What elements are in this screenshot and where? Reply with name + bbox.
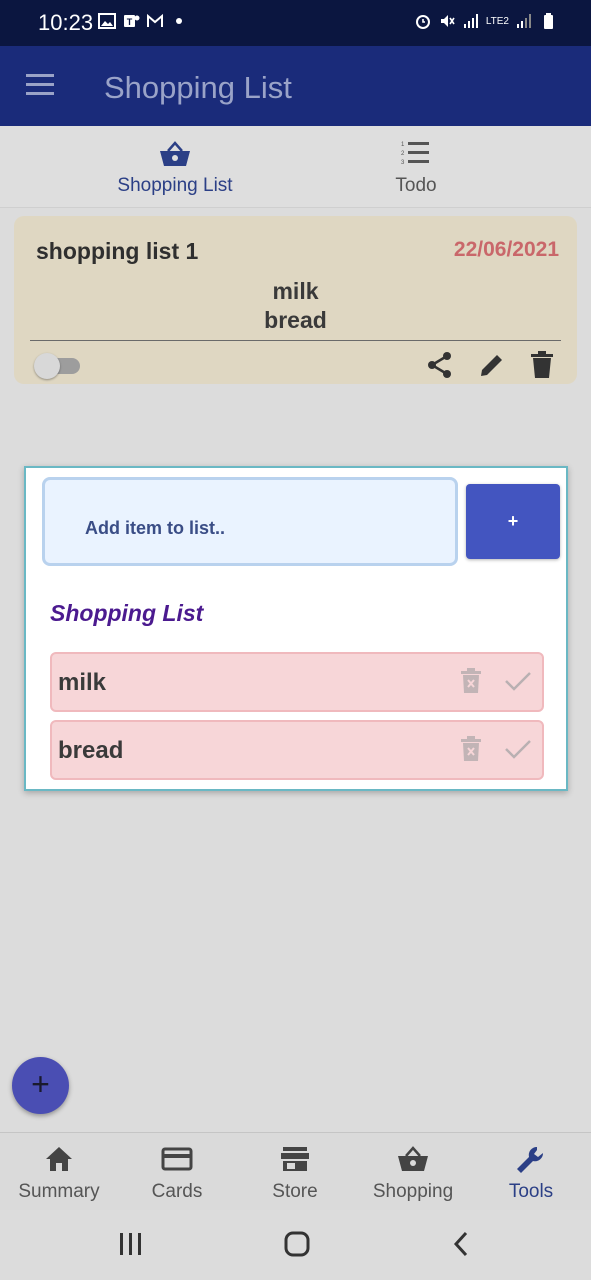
svg-text:T: T bbox=[127, 17, 133, 27]
notification-icons: T bbox=[98, 12, 188, 30]
card-icon bbox=[161, 1147, 193, 1171]
app-bar: Shopping List bbox=[0, 46, 591, 126]
fab-label: + bbox=[31, 1066, 50, 1102]
delete-icon[interactable] bbox=[529, 350, 555, 380]
toggle-knob bbox=[34, 353, 60, 379]
signal-icon-2 bbox=[517, 14, 531, 28]
recent-apps-icon[interactable] bbox=[118, 1230, 144, 1258]
svg-text:3: 3 bbox=[401, 160, 405, 166]
wrench-icon bbox=[517, 1146, 544, 1173]
list-item: bread bbox=[50, 720, 544, 780]
teams-icon: T bbox=[124, 15, 140, 27]
edit-icon[interactable] bbox=[477, 350, 507, 380]
check-icon[interactable] bbox=[504, 670, 532, 692]
tab-todo[interactable]: 1 2 3 Todo bbox=[296, 126, 536, 208]
nav-item-shopping[interactable]: Shopping bbox=[354, 1133, 472, 1211]
nav-label: Shopping bbox=[372, 1181, 454, 1202]
nav-label: Store bbox=[272, 1181, 318, 1202]
card-item: milk bbox=[272, 278, 319, 304]
card-item: bread bbox=[264, 307, 327, 333]
system-status-icons: LTE2 bbox=[414, 12, 557, 30]
gallery-icon bbox=[98, 13, 116, 29]
nav-label: Summary bbox=[18, 1181, 100, 1202]
add-item-input[interactable] bbox=[45, 480, 455, 563]
tab-label: Todo bbox=[395, 175, 437, 196]
tab-label: Shopping List bbox=[117, 175, 233, 196]
page-title: Shopping List bbox=[104, 70, 292, 105]
nav-label: Tools bbox=[508, 1181, 554, 1202]
card-divider bbox=[30, 340, 561, 341]
store-icon bbox=[281, 1147, 309, 1171]
alarm-icon bbox=[415, 15, 430, 29]
list-item-label: bread bbox=[58, 737, 124, 764]
nav-label: Cards bbox=[151, 1181, 203, 1202]
numbered-list-icon: 1 2 3 bbox=[401, 142, 429, 166]
mute-icon bbox=[440, 15, 455, 27]
card-title: shopping list 1 bbox=[36, 238, 199, 264]
card-actions bbox=[425, 350, 555, 380]
system-nav-bar bbox=[0, 1210, 591, 1280]
dialog-heading: Shopping List bbox=[50, 600, 204, 626]
add-item-button[interactable]: + bbox=[466, 484, 560, 559]
basket-icon bbox=[398, 1146, 428, 1171]
battery-icon bbox=[544, 13, 553, 29]
tab-bar: Shopping List 1 2 3 Todo bbox=[0, 126, 591, 208]
gmail-icon bbox=[147, 13, 163, 27]
delete-item-icon[interactable] bbox=[460, 668, 482, 694]
network-label: LTE2 bbox=[485, 15, 509, 27]
shopping-list-card[interactable]: shopping list 1 22/06/2021 milk bread bbox=[14, 216, 577, 384]
nav-item-cards[interactable]: Cards bbox=[118, 1133, 236, 1211]
nav-item-tools[interactable]: Tools bbox=[472, 1133, 590, 1211]
dot-icon bbox=[176, 18, 182, 24]
nav-item-summary[interactable]: Summary bbox=[0, 1133, 118, 1211]
signal-icon bbox=[463, 14, 478, 28]
list-item: milk bbox=[50, 652, 544, 712]
basket-icon bbox=[160, 141, 190, 166]
nav-item-store[interactable]: Store bbox=[236, 1133, 354, 1211]
status-time: 10:23 bbox=[38, 10, 94, 35]
card-items: milk bread bbox=[14, 277, 577, 335]
share-icon[interactable] bbox=[425, 350, 455, 380]
bottom-nav: Summary Cards Store Shopping Tools bbox=[0, 1132, 591, 1210]
menu-icon[interactable] bbox=[26, 74, 54, 96]
back-icon[interactable] bbox=[450, 1230, 472, 1258]
add-fab-button[interactable]: + bbox=[12, 1057, 69, 1114]
delete-item-icon[interactable] bbox=[460, 736, 482, 762]
list-item-label: milk bbox=[58, 669, 107, 696]
svg-text:2: 2 bbox=[401, 151, 405, 157]
home-icon bbox=[46, 1147, 72, 1171]
card-toggle[interactable] bbox=[34, 353, 80, 379]
home-button-icon[interactable] bbox=[283, 1230, 311, 1258]
add-item-dialog: + Shopping List milk bread bbox=[24, 466, 568, 791]
check-icon[interactable] bbox=[504, 738, 532, 760]
status-bar: 10:23 T LTE2 bbox=[0, 0, 591, 46]
card-date: 22/06/2021 bbox=[453, 238, 559, 261]
svg-text:1: 1 bbox=[401, 142, 405, 148]
tab-shopping-list[interactable]: Shopping List bbox=[55, 126, 295, 208]
add-item-field[interactable] bbox=[42, 477, 458, 566]
